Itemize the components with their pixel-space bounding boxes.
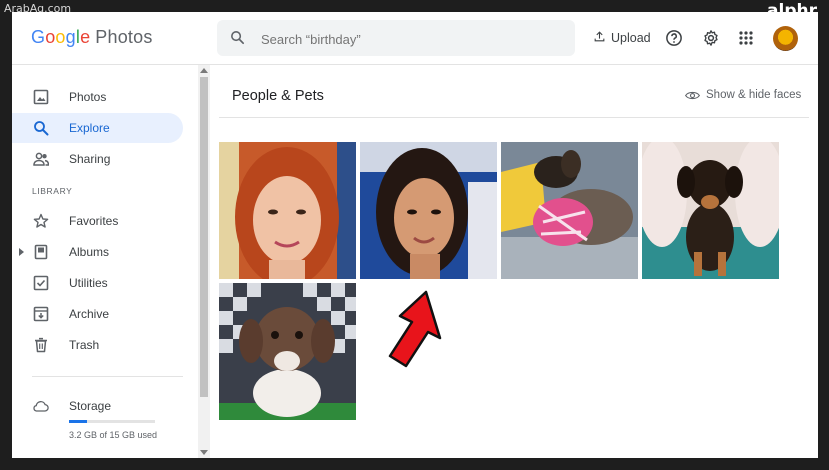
trash-icon [35, 337, 47, 353]
help-icon[interactable] [665, 29, 683, 52]
page-title: People & Pets [232, 88, 324, 104]
face-thumbnail[interactable] [360, 142, 497, 279]
top-bar: GooglePhotos Upload [12, 12, 818, 65]
people-icon [33, 152, 49, 166]
app-window: GooglePhotos Upload Photos [12, 12, 818, 458]
sidebar-scrollbar[interactable] [198, 65, 210, 458]
show-hide-faces-button[interactable]: Show & hide faces [685, 89, 801, 101]
show-hide-faces-label: Show & hide faces [706, 89, 802, 101]
star-icon [33, 213, 49, 228]
checkbox-icon [33, 275, 49, 291]
settings-icon[interactable] [702, 29, 720, 52]
sidebar-item-label: Favorites [69, 214, 119, 228]
sidebar-item-label: Trash [69, 338, 100, 352]
sidebar-item-utilities[interactable]: Utilities [12, 268, 183, 298]
archive-icon [33, 306, 49, 322]
expand-arrow-icon[interactable] [19, 248, 24, 256]
scroll-up-arrow[interactable] [200, 68, 208, 73]
sidebar-item-label: Albums [69, 245, 110, 259]
product-name: Photos [95, 27, 153, 47]
scrollbar-thumb[interactable] [200, 77, 208, 397]
pet-thumbnail[interactable] [219, 283, 356, 420]
sidebar-item-trash[interactable]: Trash [12, 330, 183, 360]
photo-icon [33, 89, 49, 105]
search-icon[interactable] [229, 29, 246, 51]
title-divider [219, 117, 809, 118]
sidebar-item-label: Sharing [69, 152, 111, 166]
red-arrow-annotation [388, 290, 442, 368]
sidebar-item-label: Photos [69, 90, 107, 104]
sidebar: Photos Explore Sharing LIBRARY Favorites… [12, 65, 197, 458]
upload-icon [593, 30, 606, 46]
sidebar-item-sharing[interactable]: Sharing [12, 144, 183, 174]
storage-progress-bar [69, 420, 155, 423]
eye-icon [685, 91, 700, 99]
google-photos-logo[interactable]: Google Photos [31, 27, 153, 48]
cloud-icon [33, 401, 49, 412]
sidebar-item-albums[interactable]: Albums [12, 237, 183, 267]
search-icon [34, 121, 49, 136]
storage-progress-fill [69, 420, 88, 423]
face-thumbnail[interactable] [219, 142, 356, 279]
apps-grid-icon[interactable] [739, 31, 753, 50]
sidebar-item-photos[interactable]: Photos [12, 82, 183, 112]
sidebar-item-archive[interactable]: Archive [12, 299, 183, 329]
sidebar-item-favorites[interactable]: Favorites [12, 206, 183, 236]
search-bar[interactable] [217, 20, 575, 56]
pet-thumbnail[interactable] [642, 142, 779, 279]
sidebar-item-explore[interactable]: Explore [12, 113, 183, 143]
sidebar-item-label: Utilities [69, 276, 108, 290]
album-icon [34, 244, 48, 260]
sidebar-divider [32, 376, 183, 377]
upload-button[interactable]: Upload [593, 30, 651, 46]
library-heading: LIBRARY [32, 186, 73, 196]
upload-label: Upload [611, 31, 651, 45]
storage-usage-text: 3.2 GB of 15 GB used [69, 430, 158, 440]
sidebar-item-label: Explore [69, 121, 110, 135]
storage-label[interactable]: Storage [69, 399, 111, 413]
search-input[interactable] [259, 28, 563, 50]
scroll-down-arrow[interactable] [200, 450, 208, 455]
avatar[interactable] [773, 26, 798, 51]
pet-thumbnail[interactable] [501, 142, 638, 279]
sidebar-item-label: Archive [69, 307, 110, 321]
